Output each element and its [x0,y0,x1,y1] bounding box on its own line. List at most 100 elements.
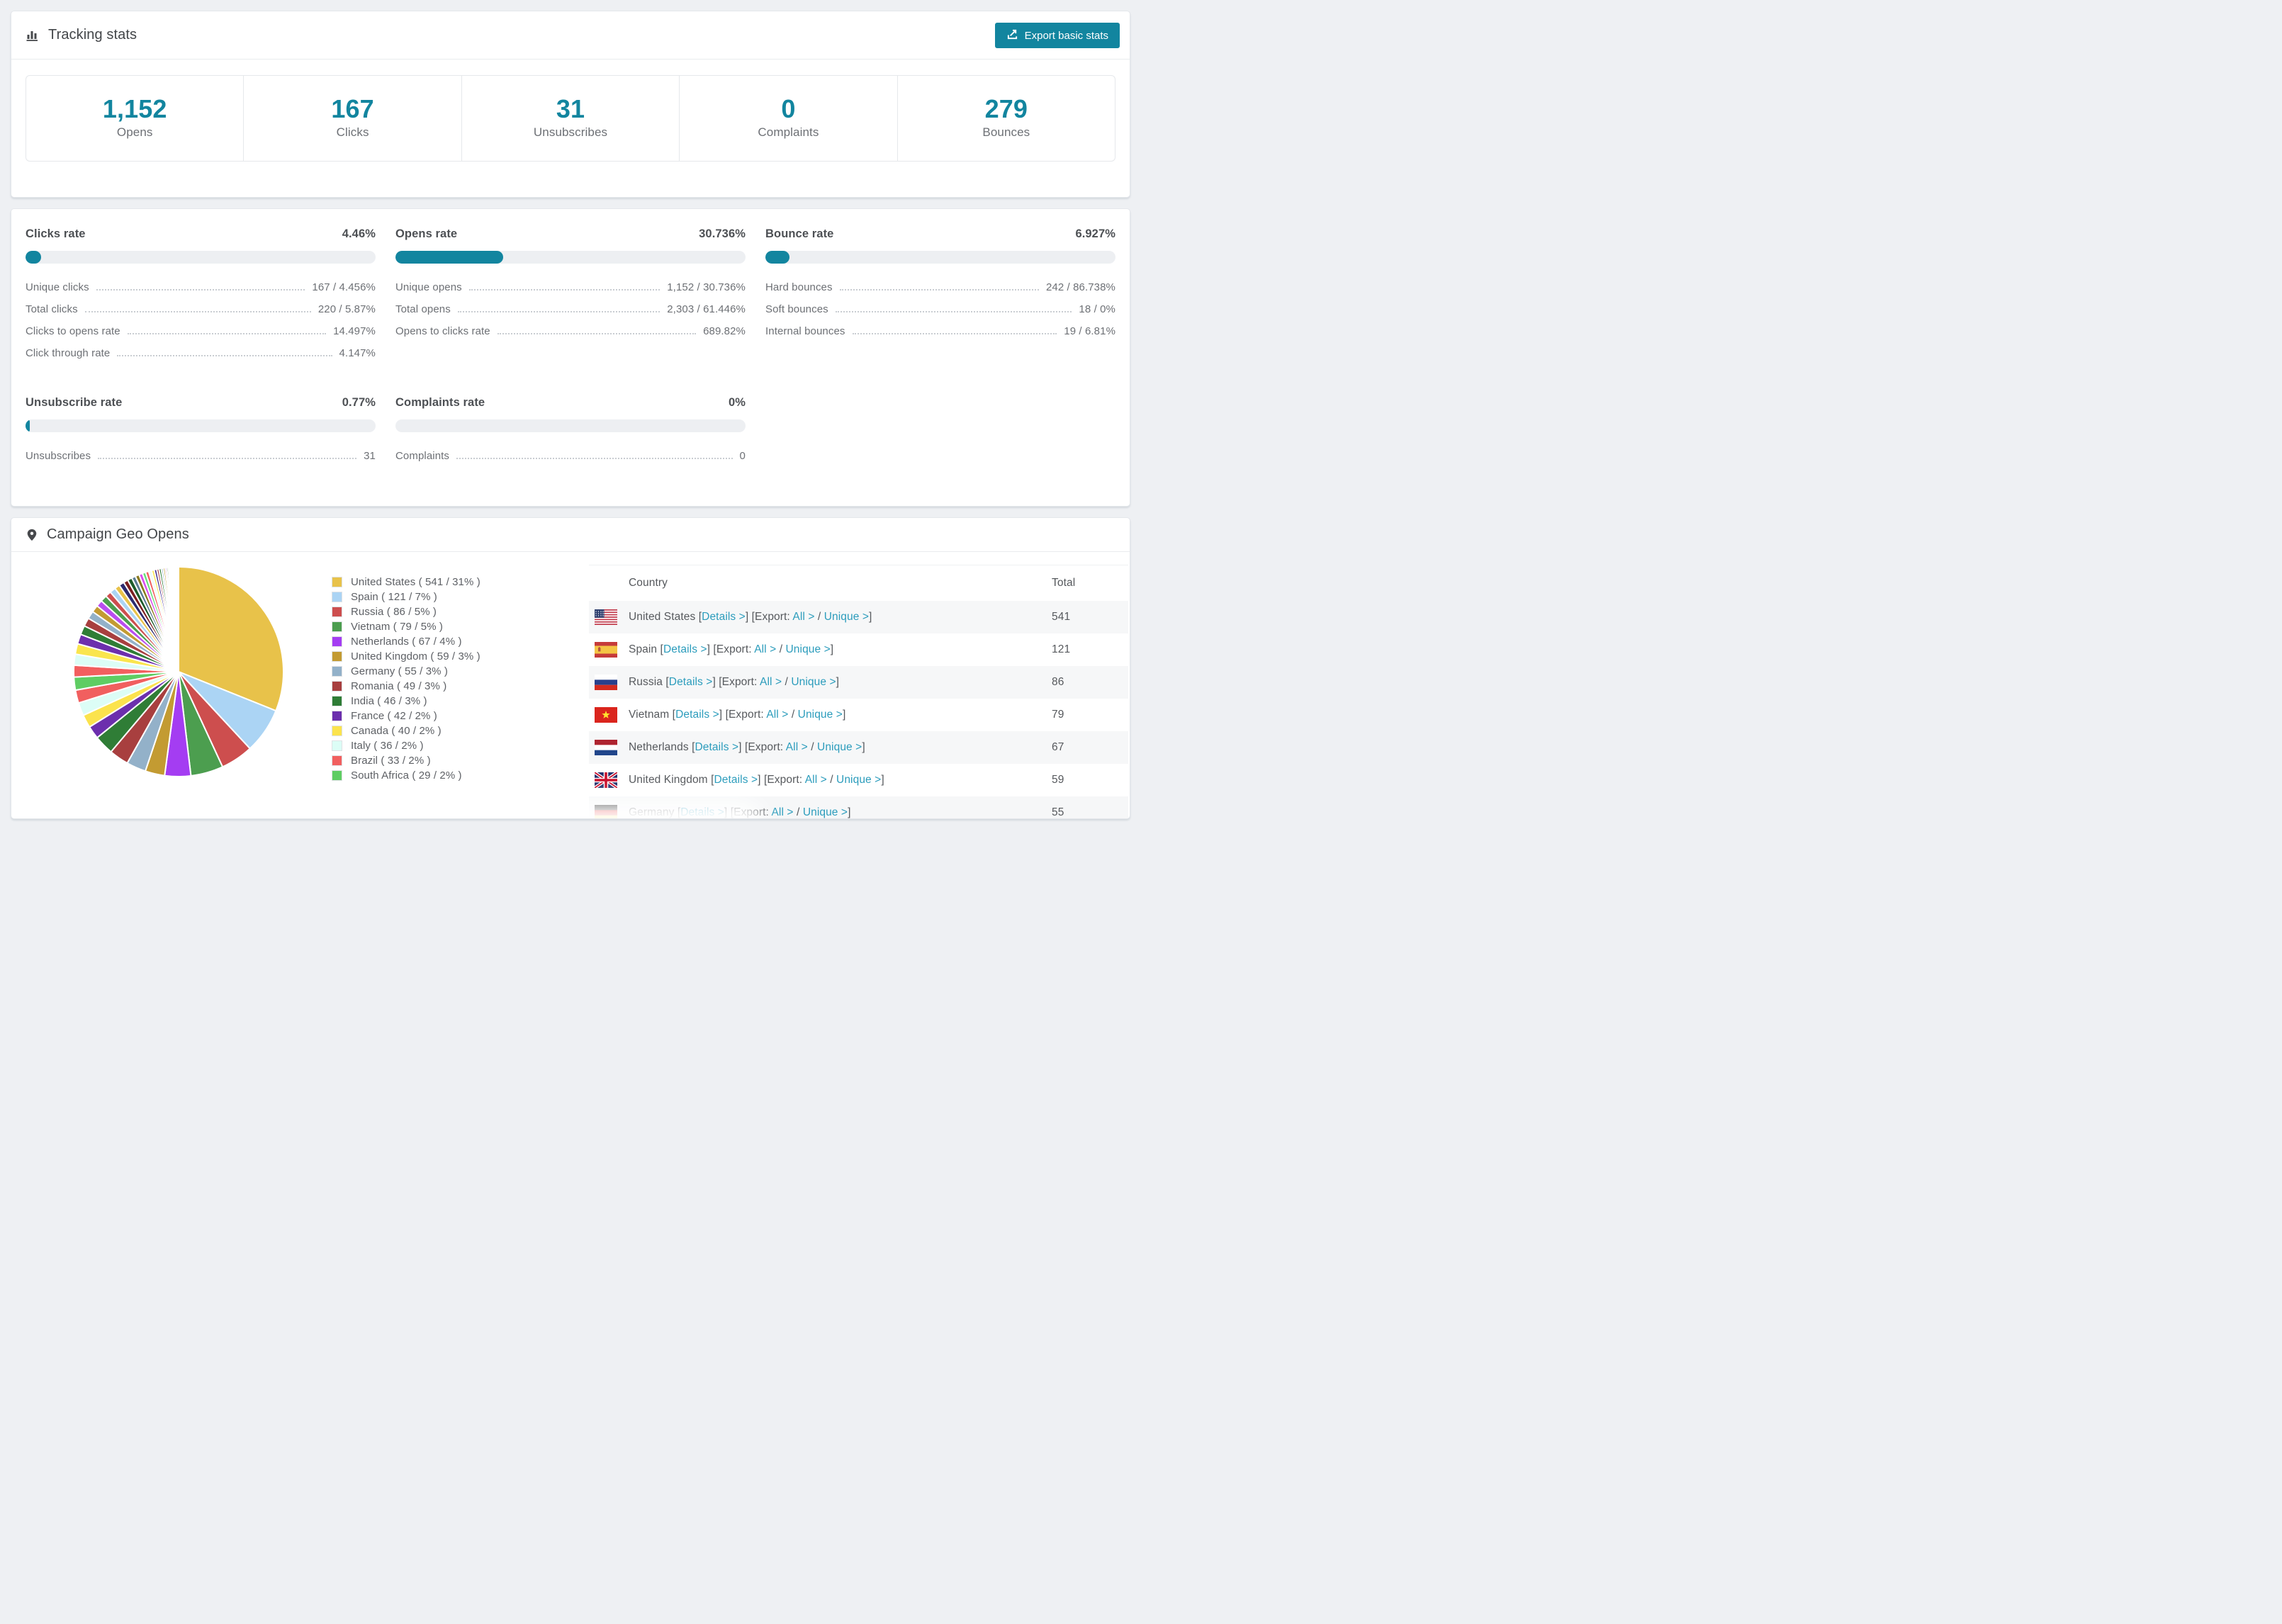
table-row: Vietnam [Details >] [Export: All > / Uni… [589,699,1128,731]
rate-detail-row: Complaints 0 [395,445,746,467]
progress-bar [26,419,376,433]
rate-detail-value: 31 [364,450,376,463]
total-cell: 55 [1052,806,1064,819]
export-all-link[interactable]: All > [771,806,793,818]
export-all-link[interactable]: All > [786,741,808,753]
country-cell: Russia [Details >] [Export: All > / Uniq… [629,676,840,689]
export-button-label: Export basic stats [1024,29,1108,42]
legend-label: Germany ( 55 / 3% ) [351,665,448,678]
geo-opens-card: Campaign Geo Opens United States ( 541 /… [11,517,1130,820]
legend-swatch [332,577,342,588]
details-link[interactable]: Details > [714,774,758,786]
total-cell: 59 [1052,774,1064,786]
legend-swatch [332,651,342,662]
dashboard-page: Tracking stats Export basic stats 1,152 … [0,0,1141,840]
country-flag-icon [595,772,617,789]
summary-stat: 0 Complaints [680,76,898,162]
rate-title: Bounce rate [765,227,834,241]
bar-chart-icon [26,28,40,43]
dotted-leader [96,289,305,291]
country-flag-icon [595,707,617,723]
legend-swatch [332,607,342,618]
summary-stat-label: Bounces [982,125,1030,140]
export-unique-link[interactable]: Unique > [798,709,843,721]
country-cell: United States [Details >] [Export: All >… [629,611,872,624]
details-link[interactable]: Details > [675,709,719,721]
rate-detail-value: 0 [739,450,746,463]
progress-bar [395,419,746,433]
rate-detail-label: Total opens [395,303,451,316]
legend-item: United States ( 541 / 31% ) [332,575,480,590]
table-row: Netherlands [Details >] [Export: All > /… [589,731,1128,765]
total-column-header: Total [1052,577,1076,590]
table-row: Spain [Details >] [Export: All > / Uniqu… [589,633,1128,666]
country-cell: Netherlands [Details >] [Export: All > /… [629,741,865,754]
dotted-leader [497,333,697,335]
export-icon [1006,28,1018,43]
geo-opens-title-text: Campaign Geo Opens [47,526,189,543]
rate-detail-row: Unique opens 1,152 / 30.736% [395,276,746,298]
rate-detail-label: Opens to clicks rate [395,325,490,338]
summary-stat-label: Complaints [758,125,819,140]
dotted-leader [468,289,661,291]
summary-stat: 31 Unsubscribes [462,76,680,162]
legend-swatch [332,636,342,648]
details-link[interactable]: Details > [669,676,713,688]
rate-detail-value: 1,152 / 30.736% [667,281,746,294]
rate-block: Clicks rate 4.46% Unique clicks 167 / 4.… [26,227,376,364]
legend-swatch [332,755,342,767]
summary-stat-value: 31 [556,94,585,123]
dotted-leader [852,333,1057,335]
rate-detail-row: Soft bounces 18 / 0% [765,298,1115,320]
rate-value: 0.77% [342,396,376,410]
legend-item: Netherlands ( 67 / 4% ) [332,634,480,649]
export-all-link[interactable]: All > [805,774,827,786]
summary-stat-label: Unsubscribes [533,125,608,140]
export-unique-link[interactable]: Unique > [824,611,869,623]
summary-stat-label: Clicks [336,125,369,140]
country-flag-icon [595,642,617,658]
export-unique-link[interactable]: Unique > [786,643,831,655]
export-basic-stats-button[interactable]: Export basic stats [994,23,1120,48]
legend-label: Brazil ( 33 / 2% ) [351,755,431,767]
summary-stats-row: 1,152 Opens 167 Clicks 31 Unsubscribes 0… [26,75,1115,162]
rate-detail-label: Unique clicks [26,281,89,294]
pie-legend: United States ( 541 / 31% ) Spain ( 121 … [332,575,480,783]
legend-label: Netherlands ( 67 / 4% ) [351,636,462,648]
export-unique-link[interactable]: Unique > [803,806,848,818]
details-link[interactable]: Details > [695,741,739,753]
export-unique-link[interactable]: Unique > [791,676,836,688]
legend-swatch [332,621,342,633]
export-all-link[interactable]: All > [792,611,814,623]
rate-value: 6.927% [1075,227,1115,241]
total-cell: 541 [1052,611,1071,624]
dotted-leader [457,311,661,313]
export-unique-link[interactable]: Unique > [817,741,862,753]
export-all-link[interactable]: All > [766,709,788,721]
country-flag-icon [595,609,617,626]
details-link[interactable]: Details > [702,611,746,623]
rate-title: Opens rate [395,227,458,241]
rate-detail-label: Unique opens [395,281,462,294]
rate-detail-value: 689.82% [703,325,746,338]
rate-detail-value: 4.147% [339,347,376,360]
legend-label: Spain ( 121 / 7% ) [351,591,437,604]
export-unique-link[interactable]: Unique > [836,774,881,786]
rate-title: Unsubscribe rate [26,396,123,410]
legend-item: United Kingdom ( 59 / 3% ) [332,649,480,664]
rate-block: Opens rate 30.736% Unique opens 1,152 / … [395,227,746,364]
rate-detail-label: Complaints [395,450,450,463]
details-link[interactable]: Details > [663,643,707,655]
total-cell: 67 [1052,741,1064,754]
legend-label: United States ( 541 / 31% ) [351,576,480,589]
legend-label: Romania ( 49 / 3% ) [351,680,447,693]
progress-bar-fill [395,251,503,264]
progress-bar-fill [26,419,30,433]
export-all-link[interactable]: All > [760,676,782,688]
rate-detail-value: 19 / 6.81% [1064,325,1115,338]
export-all-link[interactable]: All > [754,643,776,655]
rate-detail-value: 2,303 / 61.446% [667,303,746,316]
total-cell: 79 [1052,709,1064,721]
rate-block: Unsubscribe rate 0.77% Unsubscribes 31 [26,396,376,467]
progress-bar [395,251,746,264]
